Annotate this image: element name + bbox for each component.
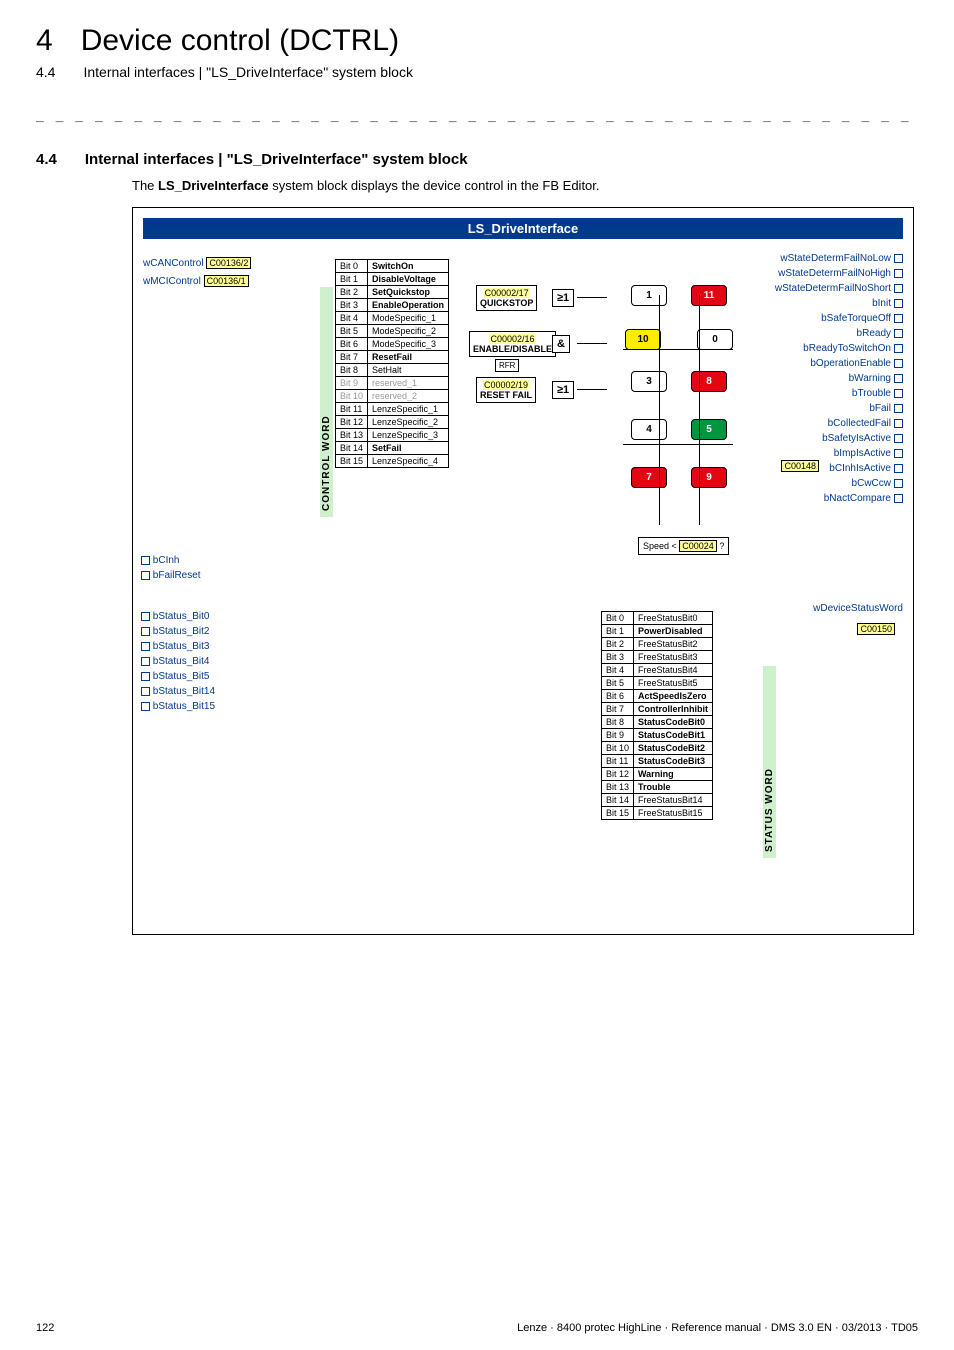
page-number: 122 — [36, 1322, 54, 1334]
status-bit-row: Bit 9StatusCodeBit1 — [602, 729, 713, 742]
control-bit-row: Bit 15LenzeSpecific_4 — [336, 455, 449, 468]
output-binit: bInit — [733, 298, 903, 313]
output-bfail: bFail — [733, 403, 903, 418]
input-bcinh: bCInh — [141, 555, 179, 566]
resetfail-block: C00002/19 RESET FAIL — [476, 377, 536, 403]
control-bit-row: Bit 2SetQuickstop — [336, 286, 449, 299]
status-bit-row: Bit 14FreeStatusBit14 — [602, 794, 713, 807]
subsection-number: 4.4 — [36, 64, 55, 80]
chapter-title: Device control (DCTRL) — [81, 24, 399, 58]
divider-line: _ _ _ _ _ _ _ _ _ _ _ _ _ _ _ _ _ _ _ _ … — [36, 108, 918, 123]
status-bit-row: Bit 5FreeStatusBit5 — [602, 677, 713, 690]
output-breadytoswitchon: bReadyToSwitchOn — [733, 343, 903, 358]
control-bit-row: Bit 8SetHalt — [336, 364, 449, 377]
output-bsafetorqueoff: bSafeTorqueOff — [733, 313, 903, 328]
control-bit-row: Bit 11LenzeSpecific_1 — [336, 403, 449, 416]
control-bit-row: Bit 4ModeSpecific_1 — [336, 312, 449, 325]
status-word-table: Bit 0FreeStatusBit0Bit 1PowerDisabledBit… — [601, 611, 713, 820]
state-11: 11 — [691, 285, 727, 306]
diagram-frame: LS_DriveInterface wCANControl C00136/2 wM… — [132, 207, 914, 935]
bstatus-column: bStatus_Bit0 bStatus_Bit2 bStatus_Bit3 b… — [141, 611, 215, 716]
status-bit-row: Bit 13Trouble — [602, 781, 713, 794]
status-bit-row: Bit 11StatusCodeBit3 — [602, 755, 713, 768]
wdevicestatusword-code: C00150 — [857, 619, 895, 637]
output-bcollectedfail: bCollectedFail — [733, 418, 903, 433]
input-wcancontrol: wCANControl C00136/2 — [143, 257, 313, 269]
chapter-number: 4 — [36, 24, 53, 58]
section-heading-number: 4.4 — [36, 151, 57, 168]
rfr-box: RFR — [495, 359, 519, 372]
output-wstatedetermfailnoshort: wStateDetermFailNoShort — [733, 283, 903, 298]
output-bready: bReady — [733, 328, 903, 343]
state-1: 1 — [631, 285, 667, 306]
resetfail-or-gate: ≥1 — [552, 381, 574, 399]
quickstop-block: C00002/17 QUICKSTOP — [476, 285, 537, 311]
control-bit-row: Bit 13LenzeSpecific_3 — [336, 429, 449, 442]
state-8: 8 — [691, 371, 727, 392]
control-bit-row: Bit 10reserved_2 — [336, 390, 449, 403]
output-boperationenable: bOperationEnable — [733, 358, 903, 373]
diagram-title: LS_DriveInterface — [143, 218, 903, 239]
footer-text: Lenze · 8400 protec HighLine · Reference… — [517, 1322, 918, 1334]
output-bnactcompare: bNactCompare — [733, 493, 903, 508]
control-bit-row: Bit 5ModeSpecific_2 — [336, 325, 449, 338]
status-bit-row: Bit 10StatusCodeBit2 — [602, 742, 713, 755]
state-3: 3 — [631, 371, 667, 392]
status-bit-row: Bit 4FreeStatusBit4 — [602, 664, 713, 677]
wdevicestatusword-output: wDeviceStatusWord — [733, 603, 903, 614]
control-bit-row: Bit 6ModeSpecific_3 — [336, 338, 449, 351]
state-0: 0 — [697, 329, 733, 350]
control-bit-row: Bit 9reserved_1 — [336, 377, 449, 390]
state-9: 9 — [691, 467, 727, 488]
output-bwarning: bWarning — [733, 373, 903, 388]
status-bit-row: Bit 15FreeStatusBit15 — [602, 807, 713, 820]
input-bstatus_bit4: bStatus_Bit4 — [141, 656, 215, 671]
status-bit-row: Bit 2FreeStatusBit2 — [602, 638, 713, 651]
status-bit-row: Bit 3FreeStatusBit3 — [602, 651, 713, 664]
state-4: 4 — [631, 419, 667, 440]
speed-compare-box: Speed < C00024 ? — [638, 537, 729, 555]
status-bit-row: Bit 12Warning — [602, 768, 713, 781]
status-word-label: STATUS WORD — [763, 666, 776, 858]
enable-block: C00002/16 ENABLE/DISABLE — [469, 331, 556, 357]
input-bstatus_bit15: bStatus_Bit15 — [141, 701, 215, 716]
control-word-label: CONTROL WORD — [320, 287, 333, 517]
status-bit-row: Bit 0FreeStatusBit0 — [602, 612, 713, 625]
intro-text: The LS_DriveInterface system block displ… — [132, 178, 918, 193]
output-bsafetyisactive: bSafetyIsActive — [733, 433, 903, 448]
control-bit-row: Bit 14SetFail — [336, 442, 449, 455]
status-bit-row: Bit 6ActSpeedIsZero — [602, 690, 713, 703]
input-bstatus_bit2: bStatus_Bit2 — [141, 626, 215, 641]
input-bstatus_bit3: bStatus_Bit3 — [141, 641, 215, 656]
output-wstatedetermfailnohigh: wStateDetermFailNoHigh — [733, 268, 903, 283]
input-bstatus_bit14: bStatus_Bit14 — [141, 686, 215, 701]
control-word-table: Bit 0SwitchOnBit 1DisableVoltageBit 2Set… — [335, 259, 449, 468]
state-10: 10 — [625, 329, 661, 350]
state-5: 5 — [691, 419, 727, 440]
status-bit-row: Bit 1PowerDisabled — [602, 625, 713, 638]
control-bit-row: Bit 0SwitchOn — [336, 260, 449, 273]
state-7: 7 — [631, 467, 667, 488]
quickstop-or-gate: ≥1 — [552, 289, 574, 307]
control-bit-row: Bit 1DisableVoltage — [336, 273, 449, 286]
status-bit-row: Bit 7ControllerInhibit — [602, 703, 713, 716]
input-wmcicontrol: wMCIControl C00136/1 — [143, 275, 313, 287]
enable-and-gate: & — [552, 335, 570, 353]
output-btrouble: bTrouble — [733, 388, 903, 403]
collected-fail-code: C00148 — [781, 456, 819, 474]
output-wstatedetermfailnolow: wStateDetermFailNoLow — [733, 253, 903, 268]
input-bstatus_bit5: bStatus_Bit5 — [141, 671, 215, 686]
control-bit-row: Bit 7ResetFail — [336, 351, 449, 364]
input-bstatus_bit0: bStatus_Bit0 — [141, 611, 215, 626]
output-bcwccw: bCwCcw — [733, 478, 903, 493]
subsection-title: Internal interfaces | "LS_DriveInterface… — [83, 64, 413, 80]
section-heading-title: Internal interfaces | "LS_DriveInterface… — [85, 151, 468, 168]
input-bfailreset: bFailReset — [141, 570, 201, 581]
control-bit-row: Bit 3EnableOperation — [336, 299, 449, 312]
control-bit-row: Bit 12LenzeSpecific_2 — [336, 416, 449, 429]
diagram-body: wCANControl C00136/2 wMCIControl C00136/1… — [143, 249, 903, 889]
status-bit-row: Bit 8StatusCodeBit0 — [602, 716, 713, 729]
